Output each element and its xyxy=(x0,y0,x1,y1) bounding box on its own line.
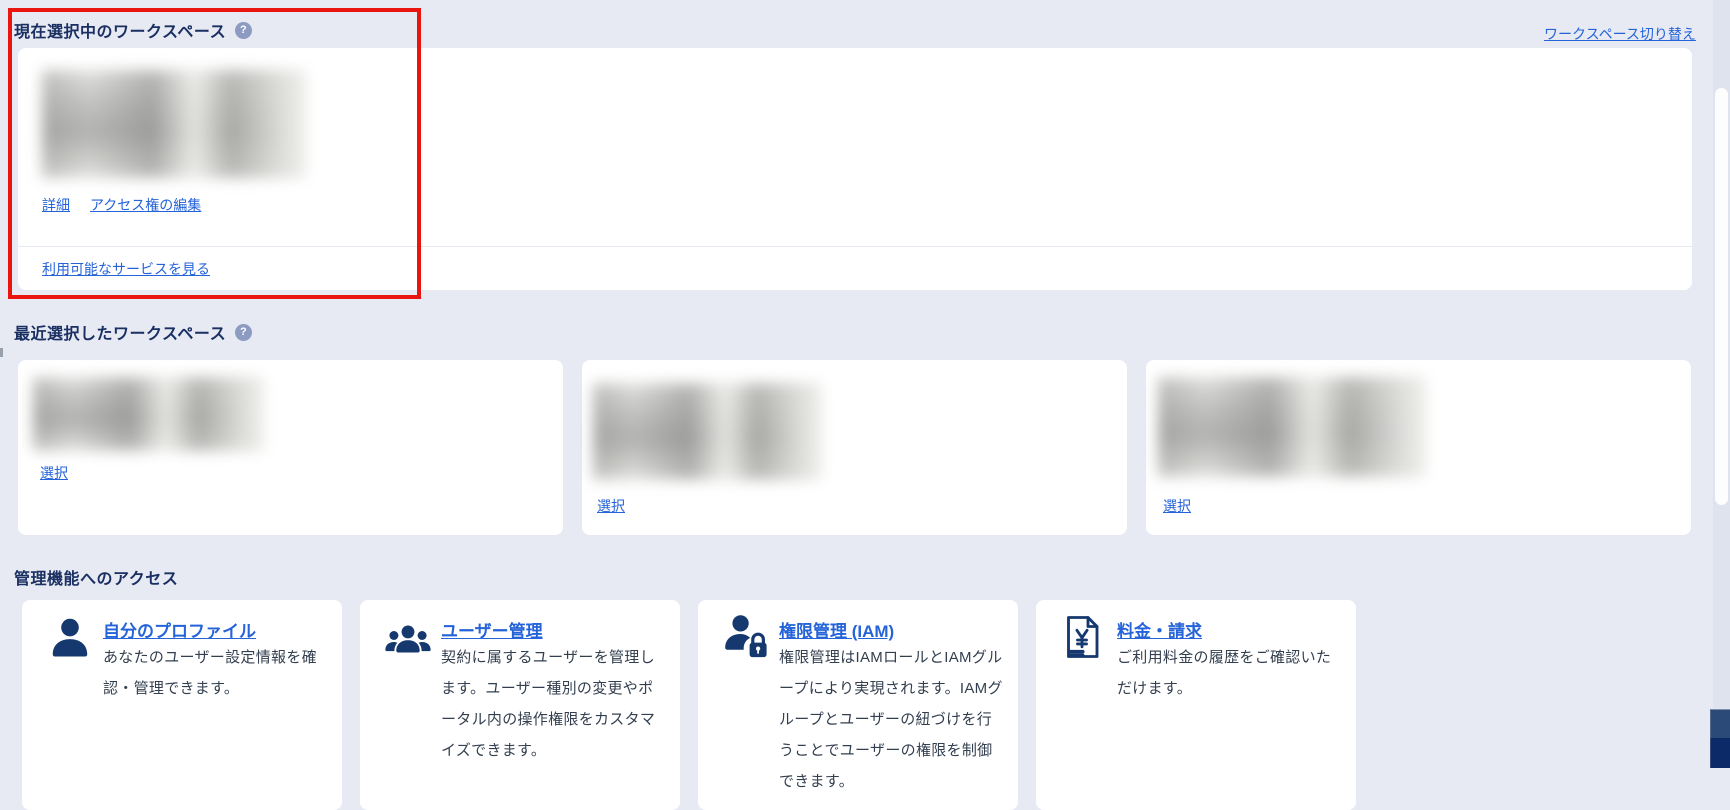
admin-access-heading-label: 管理機能へのアクセス xyxy=(14,571,179,588)
corner-floating-button-bottom[interactable] xyxy=(1710,738,1730,768)
recent-workspaces-heading-label: 最近選択したワークスペース xyxy=(14,326,227,343)
recent-workspace-card: 選択 xyxy=(18,360,563,535)
users-icon xyxy=(384,622,432,658)
billing-description: ご利用料金の履歴をご確認いただけます。 xyxy=(1117,649,1332,697)
edit-access-link[interactable]: アクセス権の編集 xyxy=(90,195,201,215)
redacted-workspace-name xyxy=(593,383,821,480)
current-workspace-heading: 現在選択中のワークスペース ? xyxy=(14,18,253,42)
iam-description: 権限管理はIAMロールとIAMグループにより実現されます。IAMグループとユーザ… xyxy=(779,649,1003,790)
user-icon xyxy=(48,615,92,661)
switch-workspace-link[interactable]: ワークスペース切り替え xyxy=(1544,24,1696,44)
details-link[interactable]: 詳細 xyxy=(42,195,70,215)
admin-card-iam: 権限管理 (IAM) 権限管理はIAMロールとIAMグループにより実現されます。… xyxy=(698,600,1018,810)
redacted-workspace-name xyxy=(33,377,263,451)
help-icon[interactable]: ? xyxy=(235,323,253,341)
iam-title-link[interactable]: 権限管理 (IAM) xyxy=(779,617,894,642)
recent-workspace-card: 選択 xyxy=(582,360,1127,535)
admin-access-heading: 管理機能へのアクセス xyxy=(14,565,178,589)
page-edge-mark xyxy=(0,348,3,357)
redacted-workspace-name xyxy=(42,70,305,178)
vertical-scrollbar-track[interactable] xyxy=(1713,0,1730,768)
corner-floating-button-top[interactable] xyxy=(1710,709,1730,738)
yen-invoice-icon xyxy=(1064,614,1100,660)
admin-card-profile: 自分のプロファイル あなたのユーザー設定情報を確認・管理できます。 xyxy=(22,600,342,810)
redacted-workspace-name xyxy=(1158,377,1425,477)
user-lock-icon xyxy=(722,614,768,660)
workspace-portal-page: { "current_workspace": { "heading": "現在選… xyxy=(0,0,1730,810)
billing-title-link[interactable]: 料金・請求 xyxy=(1117,617,1202,642)
help-icon[interactable]: ? xyxy=(235,21,253,39)
profile-description: あなたのユーザー設定情報を確認・管理できます。 xyxy=(103,649,317,697)
card-divider xyxy=(18,246,1692,247)
profile-title-link[interactable]: 自分のプロファイル xyxy=(103,617,256,642)
available-services-link[interactable]: 利用可能なサービスを見る xyxy=(42,259,210,279)
user-management-description: 契約に属するユーザーを管理します。ユーザー種別の変更やポータル内の操作権限をカス… xyxy=(441,649,656,759)
select-workspace-link[interactable]: 選択 xyxy=(40,463,68,483)
user-management-title-link[interactable]: ユーザー管理 xyxy=(441,617,543,642)
current-workspace-heading-label: 現在選択中のワークスペース xyxy=(14,24,227,41)
recent-workspace-card: 選択 xyxy=(1146,360,1691,535)
current-workspace-card: 詳細 アクセス権の編集 利用可能なサービスを見る xyxy=(18,48,1692,290)
recent-workspaces-heading: 最近選択したワークスペース ? xyxy=(14,320,253,344)
select-workspace-link[interactable]: 選択 xyxy=(1163,496,1191,516)
admin-card-billing: 料金・請求 ご利用料金の履歴をご確認いただけます。 xyxy=(1036,600,1356,810)
admin-card-users: ユーザー管理 契約に属するユーザーを管理します。ユーザー種別の変更やポータル内の… xyxy=(360,600,680,810)
vertical-scrollbar-thumb[interactable] xyxy=(1715,88,1728,505)
select-workspace-link[interactable]: 選択 xyxy=(597,496,625,516)
